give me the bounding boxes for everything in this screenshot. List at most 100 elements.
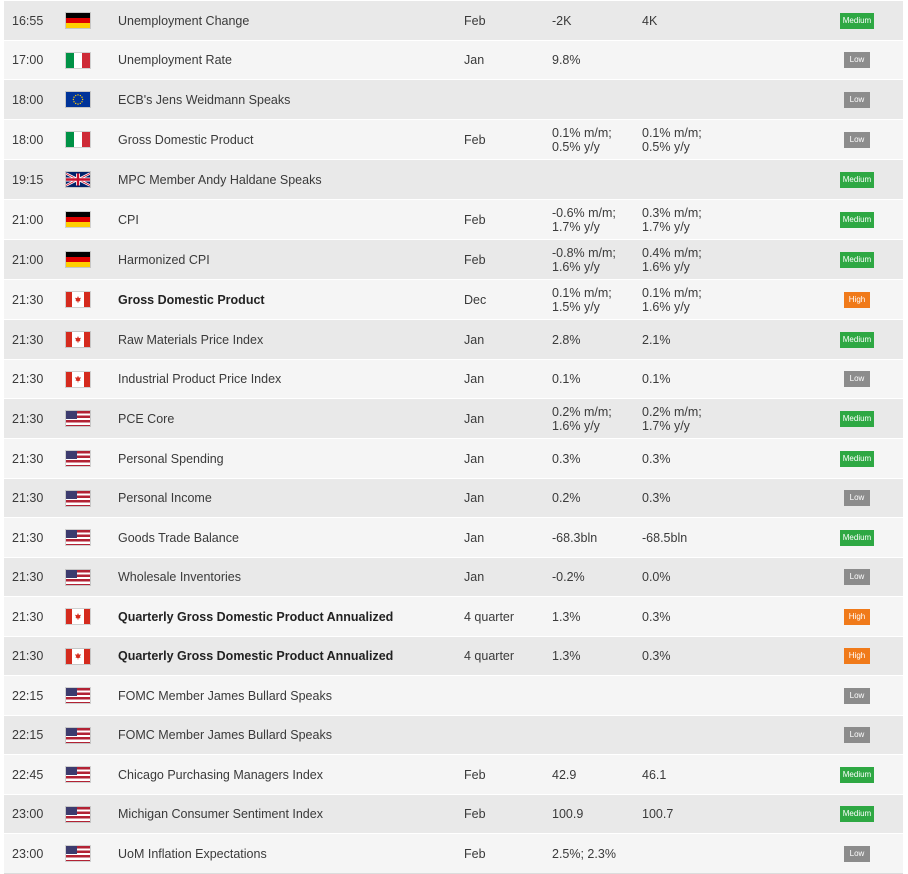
- table-row[interactable]: 18:00 ECB's Jens Weidmann Speaks Low: [4, 79, 903, 119]
- event-name[interactable]: Unemployment Change: [118, 1, 458, 40]
- previous-value: 42.9: [552, 767, 577, 782]
- event-name[interactable]: Quarterly Gross Domestic Product Annuali…: [118, 597, 458, 636]
- table-row[interactable]: 21:30 Personal Income Jan 0.2% 0.3% Low: [4, 478, 903, 517]
- event-name[interactable]: Personal Spending: [118, 439, 458, 478]
- currency-flag-cell: [66, 795, 94, 833]
- importance-cell: Medium: [834, 320, 880, 359]
- forecast-value-cell: 0.1% m/m; 0.5% y/y: [642, 120, 727, 159]
- event-time: 21:00: [12, 252, 44, 267]
- previous-value-cell: [552, 80, 637, 119]
- event-time: 17:00: [12, 53, 44, 67]
- event-name[interactable]: Personal Income: [118, 479, 458, 517]
- currency-flag-cell: [66, 1, 94, 40]
- forecast-value-cell: [642, 160, 727, 199]
- event-time: 21:30: [12, 372, 44, 386]
- forecast-value: 100.7: [642, 807, 674, 821]
- previous-value: 2.8%: [552, 332, 581, 347]
- previous-value: 0.2% m/m;: [552, 404, 612, 419]
- importance-cell: Medium: [834, 795, 880, 833]
- event-name[interactable]: UoM Inflation Expectations: [118, 834, 458, 873]
- event-time: 22:15: [12, 728, 44, 742]
- table-row[interactable]: 23:00 Michigan Consumer Sentiment Index Fe…: [4, 794, 903, 833]
- event-name[interactable]: Wholesale Inventories: [118, 558, 458, 596]
- event-name[interactable]: PCE Core: [118, 399, 458, 438]
- table-row[interactable]: 21:30 Raw Materials Price Index Jan 2.8% 2.1…: [4, 319, 903, 359]
- currency-flag-cell: [66, 399, 94, 438]
- event-name[interactable]: Quarterly Gross Domestic Product Annuali…: [118, 637, 458, 675]
- importance-cell: Medium: [834, 200, 880, 239]
- event-name[interactable]: Goods Trade Balance: [118, 518, 458, 557]
- table-row[interactable]: 17:00 Unemployment Rate Jan 9.8% Low: [4, 40, 903, 79]
- germany-flag-icon: [66, 252, 90, 267]
- forecast-value: 0.0%: [642, 570, 671, 584]
- previous-value: 0.1% m/m;: [552, 125, 612, 140]
- forecast-value-cell: [642, 834, 727, 873]
- event-period: Jan: [464, 530, 485, 545]
- previous-value-cell: -0.8% m/m; 1.6% y/y: [552, 240, 637, 279]
- table-row[interactable]: 21:30 Industrial Product Price Index Jan 0.…: [4, 359, 903, 398]
- table-row[interactable]: 16:55 Unemployment Change Feb -2K 4K Medium: [4, 0, 903, 40]
- event-name[interactable]: Michigan Consumer Sentiment Index: [118, 795, 458, 833]
- event-period: [464, 80, 544, 119]
- forecast-value-cell: 0.3%: [642, 597, 727, 636]
- event-name[interactable]: Raw Materials Price Index: [118, 320, 458, 359]
- event-period: Dec: [464, 292, 487, 307]
- table-row[interactable]: 21:30 Gross Domestic Product Dec 0.1% m/m; 1…: [4, 279, 903, 319]
- italy-flag-icon: [66, 132, 90, 147]
- event-name[interactable]: Chicago Purchasing Managers Index: [118, 755, 458, 794]
- usa-flag-icon: [66, 411, 90, 426]
- table-row[interactable]: 21:30 PCE Core Jan 0.2% m/m; 1.6% y/y 0.2% m/…: [4, 398, 903, 438]
- event-name[interactable]: Gross Domestic Product: [118, 120, 458, 159]
- table-row[interactable]: 22:45 Chicago Purchasing Managers Index Fe…: [4, 754, 903, 794]
- forecast-value: 0.3%: [642, 649, 671, 663]
- importance-badge: Low: [844, 371, 870, 387]
- currency-flag-cell: [66, 360, 94, 398]
- forecast-value-cell: [642, 41, 727, 79]
- table-row[interactable]: 21:30 Quarterly Gross Domestic Product An…: [4, 636, 903, 675]
- table-row[interactable]: 19:15 MPC Member Andy Haldane Speaks Mediu…: [4, 159, 903, 199]
- table-row[interactable]: 21:30 Wholesale Inventories Jan -0.2% 0.0% Lo…: [4, 557, 903, 596]
- forecast-value-cell: 100.7: [642, 795, 727, 833]
- importance-cell: Low: [834, 41, 880, 79]
- currency-flag-cell: [66, 755, 94, 794]
- event-name[interactable]: FOMC Member James Bullard Speaks: [118, 676, 458, 715]
- table-row[interactable]: 21:30 Quarterly Gross Domestic Product An…: [4, 596, 903, 636]
- event-name[interactable]: ECB's Jens Weidmann Speaks: [118, 80, 458, 119]
- table-row[interactable]: 22:15 FOMC Member James Bullard Speaks Low: [4, 715, 903, 754]
- previous-value: -0.2%: [552, 570, 585, 584]
- table-row[interactable]: 21:30 Personal Spending Jan 0.3% 0.3% Medium: [4, 438, 903, 478]
- forecast-value: 0.3%: [642, 491, 671, 505]
- table-row[interactable]: 21:00 CPI Feb -0.6% m/m; 1.7% y/y 0.3% m/m; 1.…: [4, 199, 903, 239]
- event-name[interactable]: FOMC Member James Bullard Speaks: [118, 716, 458, 754]
- event-time: 23:00: [12, 846, 44, 861]
- previous-value-cell: -0.2%: [552, 558, 637, 596]
- event-name[interactable]: Unemployment Rate: [118, 41, 458, 79]
- canada-flag-icon: [66, 648, 90, 664]
- previous-value-cell: 9.8%: [552, 41, 637, 79]
- currency-flag-cell: [66, 558, 94, 596]
- event-name[interactable]: CPI: [118, 200, 458, 239]
- previous-value-cell: 0.2% m/m; 1.6% y/y: [552, 399, 637, 438]
- event-name[interactable]: Industrial Product Price Index: [118, 360, 458, 398]
- event-name[interactable]: Gross Domestic Product: [118, 280, 458, 319]
- event-period: Feb: [464, 13, 486, 28]
- event-name[interactable]: Harmonized CPI: [118, 240, 458, 279]
- table-row[interactable]: 21:00 Harmonized CPI Feb -0.8% m/m; 1.6% y/y…: [4, 239, 903, 279]
- previous-value: 0.3%: [552, 451, 581, 466]
- event-period: Jan: [464, 332, 485, 347]
- importance-badge: Low: [844, 687, 870, 704]
- importance-cell: Low: [834, 80, 880, 119]
- previous-value: -68.3bln: [552, 530, 598, 545]
- table-row[interactable]: 23:00 UoM Inflation Expectations Feb 2.5%; …: [4, 833, 903, 873]
- table-row[interactable]: 18:00 Gross Domestic Product Feb 0.1% m/m; 0…: [4, 119, 903, 159]
- usa-flag-icon: [66, 806, 90, 822]
- importance-cell: Low: [834, 120, 880, 159]
- event-name[interactable]: MPC Member Andy Haldane Speaks: [118, 160, 458, 199]
- canada-flag-icon: [66, 609, 90, 624]
- germany-flag-icon: [66, 212, 90, 227]
- previous-value-cell: 0.1% m/m; 1.5% y/y: [552, 280, 637, 319]
- table-row[interactable]: 21:30 Goods Trade Balance Jan -68.3bln -68.5…: [4, 517, 903, 557]
- forecast-value-cell: 0.4% m/m; 1.6% y/y: [642, 240, 727, 279]
- table-row[interactable]: 22:15 FOMC Member James Bullard Speaks Low: [4, 675, 903, 715]
- event-period: Feb: [464, 846, 486, 861]
